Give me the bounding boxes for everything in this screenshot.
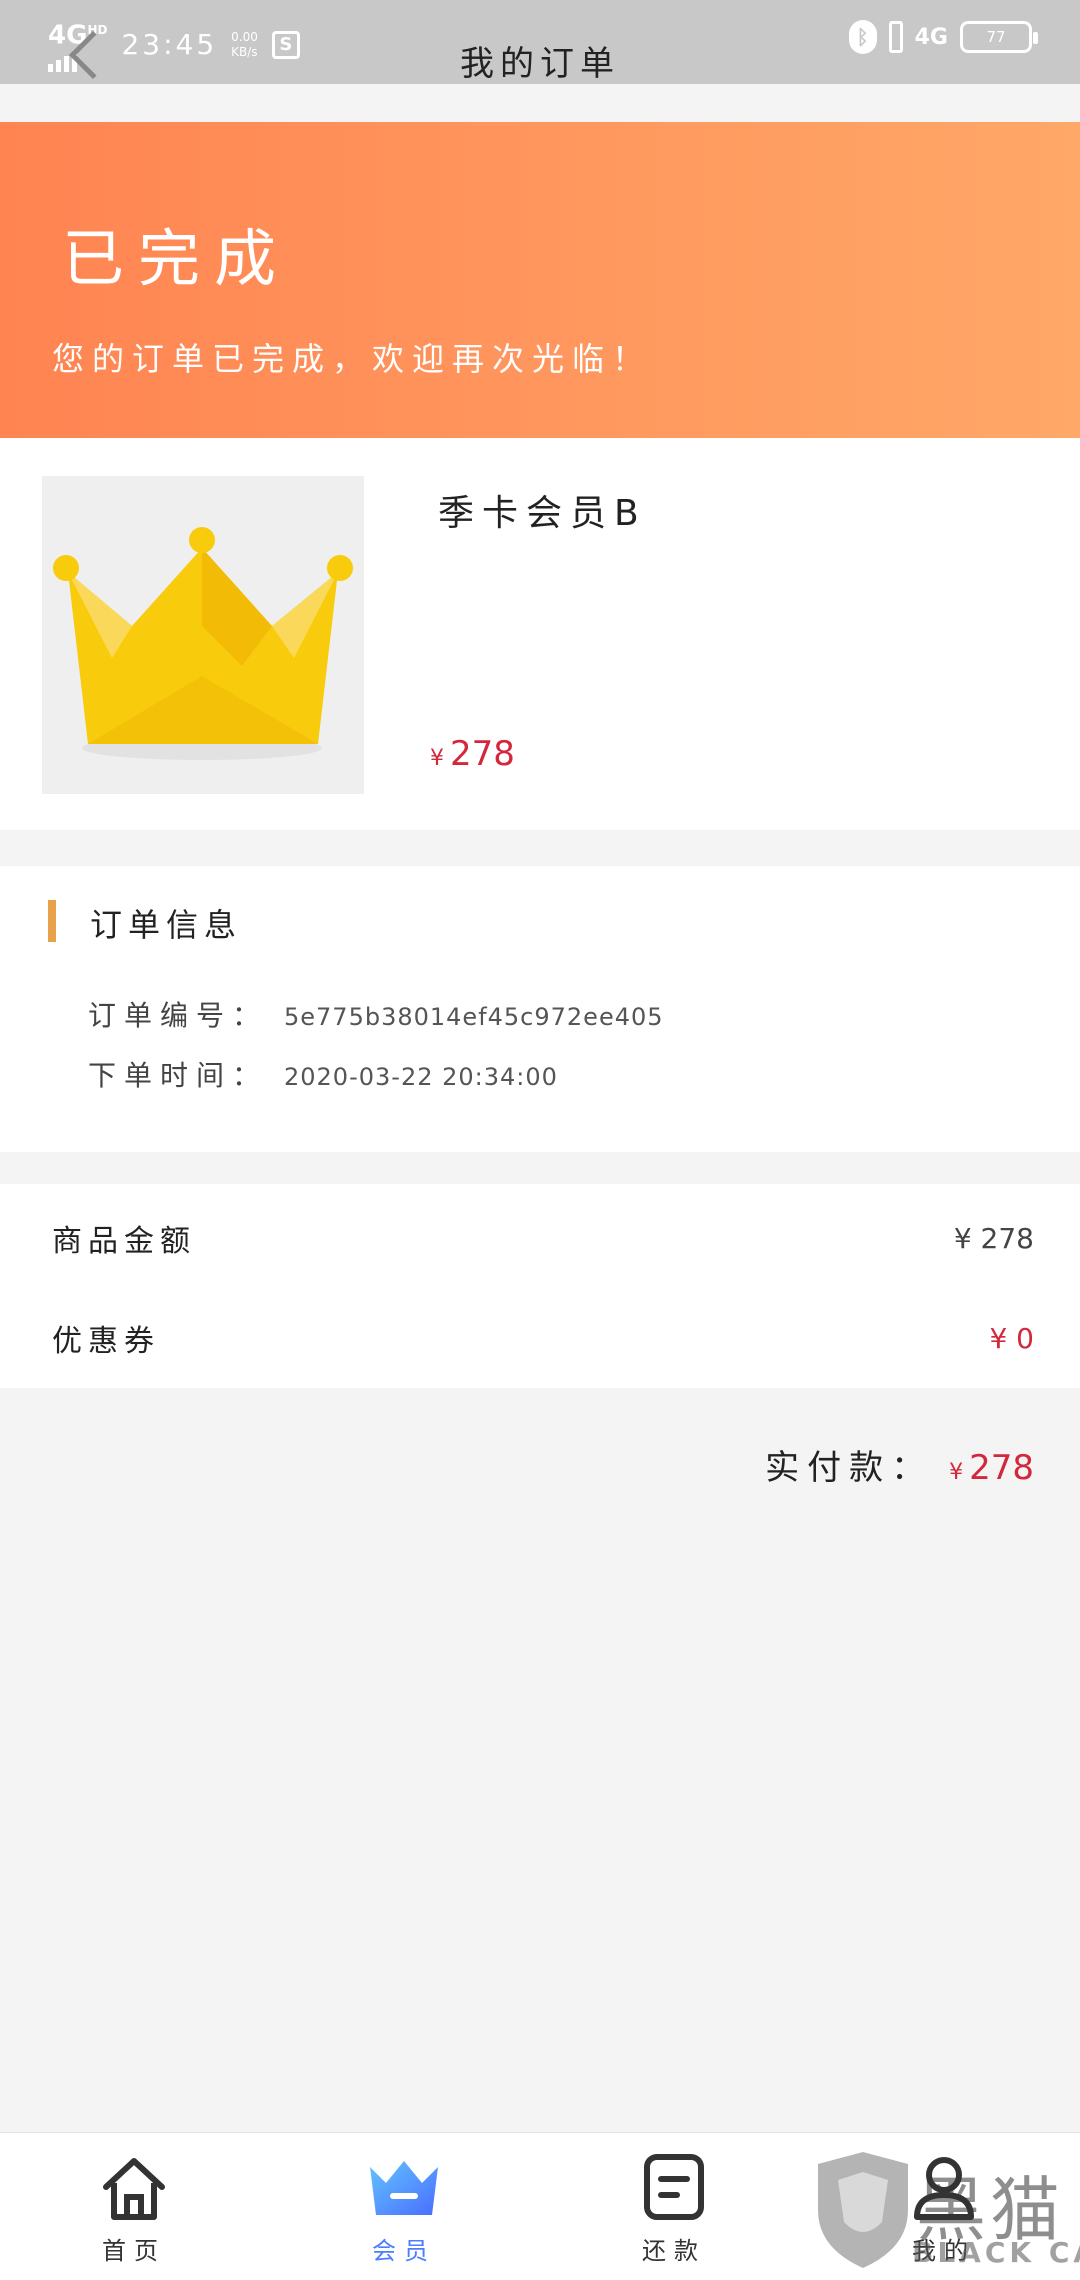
goods-amount-row: 商品金额 ¥ 278 — [52, 1208, 1034, 1268]
tab-repayment-label: 还款 — [642, 2237, 706, 2265]
section-accent-bar — [48, 900, 56, 942]
tab-membership[interactable]: 会员 — [344, 2153, 464, 2266]
amounts-section: 商品金额 ¥ 278 优惠券 ¥ 0 — [0, 1184, 1080, 1388]
paid-amount: 实付款： ¥278 — [765, 1440, 1034, 1489]
order-status-title: 已完成 — [62, 222, 291, 295]
currency-symbol: ¥ — [430, 746, 444, 771]
order-status-banner: 已完成 您的订单已完成，欢迎再次光临！ — [0, 122, 1080, 438]
currency-symbol: ¥ — [949, 1460, 964, 1485]
product-price-value: 278 — [450, 734, 515, 774]
coupon-value: ¥ 0 — [989, 1321, 1034, 1355]
crown-icon — [53, 527, 353, 760]
tab-membership-label: 会员 — [372, 2237, 436, 2265]
order-number-value: 5e775b38014ef45c972ee405 — [284, 1003, 664, 1031]
product-thumbnail — [42, 476, 364, 794]
paid-amount-value: 278 — [969, 1448, 1034, 1488]
crown-icon — [370, 2161, 438, 2215]
product-card[interactable]: 季卡会员B ¥278 — [0, 438, 1080, 830]
paid-amount-value-group: ¥278 — [949, 1448, 1034, 1488]
order-number-label: 订单编号： — [88, 999, 269, 1032]
home-icon — [103, 2158, 165, 2220]
product-name: 季卡会员B — [438, 493, 647, 534]
paid-amount-label: 实付款： — [765, 1448, 934, 1488]
order-info-heading: 订单信息 — [90, 906, 243, 944]
tab-repayment[interactable]: 还款 — [614, 2153, 734, 2266]
black-cat-watermark: 黑猫 BLACK CAT — [808, 2150, 1080, 2280]
order-time-value: 2020-03-22 20:34:00 — [284, 1063, 558, 1091]
order-number-row: 订单编号： 5e775b38014ef45c972ee405 — [88, 994, 664, 1034]
coupon-label: 优惠券 — [52, 1324, 160, 1359]
goods-amount-label: 商品金额 — [52, 1224, 196, 1259]
order-time-row: 下单时间： 2020-03-22 20:34:00 — [88, 1054, 558, 1094]
watermark-text: BLACK CAT — [912, 2236, 1080, 2269]
coupon-row[interactable]: 优惠券 ¥ 0 — [52, 1308, 1034, 1368]
goods-amount-value: ¥ 278 — [953, 1221, 1034, 1255]
cat-logo-icon — [818, 2152, 908, 2268]
order-status-subtitle: 您的订单已完成，欢迎再次光临！ — [52, 340, 653, 378]
order-info-section: 订单信息 订单编号： 5e775b38014ef45c972ee405 下单时间… — [0, 866, 1080, 1152]
order-time-label: 下单时间： — [88, 1059, 269, 1092]
document-icon — [644, 2154, 704, 2220]
page-title: 我的订单 — [460, 44, 620, 84]
tab-home[interactable]: 首页 — [74, 2153, 194, 2266]
tab-home-label: 首页 — [102, 2237, 166, 2265]
product-price: ¥278 — [430, 734, 515, 774]
